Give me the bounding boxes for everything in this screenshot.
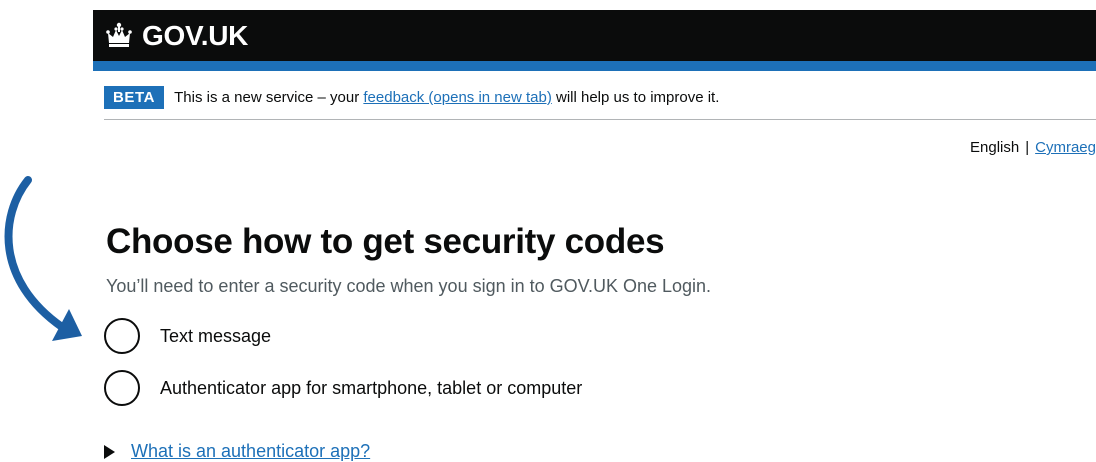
radio-option-authenticator-app[interactable]: Authenticator app for smartphone, tablet… (104, 370, 582, 406)
triangle-right-icon (104, 444, 115, 459)
language-current: English (970, 139, 1020, 156)
page-title: Choose how to get security codes (106, 222, 665, 261)
language-welsh-link[interactable]: Cymraeg (1035, 139, 1096, 156)
details-authenticator-app[interactable]: What is an authenticator app? (104, 441, 370, 462)
phase-text-before: This is a new service – your (174, 89, 364, 106)
govuk-header: GOV.UK (93, 10, 1096, 61)
feedback-link[interactable]: feedback (opens in new tab) (363, 89, 551, 106)
language-toggle: English | Cymraeg (970, 139, 1096, 156)
page-hint: You’ll need to enter a security code whe… (106, 276, 712, 296)
header-blue-bar (93, 61, 1096, 71)
crown-icon (106, 22, 132, 47)
radio-label-authenticator-app: Authenticator app for smartphone, tablet… (160, 377, 583, 398)
radio-authenticator-app[interactable] (104, 370, 140, 406)
phase-text-after: will help us to improve it. (551, 89, 720, 106)
phase-banner: BETA This is a new service – your feedba… (104, 86, 719, 109)
phase-banner-divider (104, 119, 1096, 120)
radio-option-text-message[interactable]: Text message (104, 318, 271, 354)
radio-text-message[interactable] (104, 318, 140, 354)
phase-banner-text: This is a new service – your feedback (o… (174, 89, 719, 106)
beta-tag: BETA (104, 86, 165, 109)
language-separator: | (1025, 139, 1030, 156)
govuk-logo-text[interactable]: GOV.UK (142, 20, 248, 52)
details-summary-link[interactable]: What is an authenticator app? (131, 441, 370, 462)
annotation-arrow-icon (4, 176, 82, 341)
radio-label-text-message: Text message (160, 325, 272, 346)
